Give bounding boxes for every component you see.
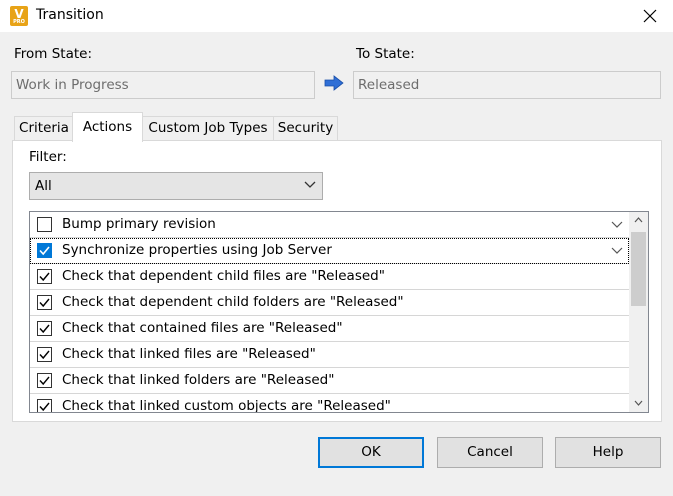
action-label: Check that dependent child files are "Re… [62, 268, 385, 284]
checkmark-icon [39, 324, 50, 334]
filter-label: Filter: [29, 149, 67, 165]
app-icon-sub: PRO [13, 19, 25, 25]
actions-tab-panel: Filter: All Bump primary revision Synchr… [12, 140, 662, 422]
chevron-down-icon [304, 181, 316, 188]
arrow-right-icon [324, 75, 344, 91]
filter-value: All [35, 178, 52, 194]
list-item[interactable]: Check that linked folders are "Released" [30, 368, 629, 394]
action-label: Check that contained files are "Released… [62, 320, 343, 336]
checkbox[interactable] [37, 321, 52, 336]
action-label: Check that dependent child folders are "… [62, 294, 404, 310]
close-icon [643, 9, 657, 23]
checkbox[interactable] [37, 269, 52, 284]
checkbox[interactable] [37, 217, 52, 232]
chevron-down-icon [634, 400, 643, 406]
from-state-label: From State: [14, 46, 93, 62]
list-item[interactable]: Check that linked custom objects are "Re… [30, 394, 629, 413]
chevron-down-icon[interactable] [611, 221, 623, 229]
list-item[interactable]: Check that linked files are "Released" [30, 342, 629, 368]
title-bar: V PRO Transition [0, 0, 673, 32]
vertical-scrollbar[interactable] [629, 212, 648, 412]
action-label: Check that linked files are "Released" [62, 346, 316, 362]
list-item[interactable]: Check that contained files are "Released… [30, 316, 629, 342]
checkmark-icon [39, 246, 50, 256]
action-label: Check that linked custom objects are "Re… [62, 398, 391, 413]
tab-custom-job-types[interactable]: Custom Job Types [142, 116, 274, 140]
action-label: Bump primary revision [62, 216, 216, 232]
checkbox[interactable] [37, 399, 52, 412]
checkbox[interactable] [37, 243, 52, 258]
list-item[interactable]: Bump primary revision [30, 212, 629, 238]
list-item[interactable]: Check that dependent child files are "Re… [30, 264, 629, 290]
ok-button[interactable]: OK [318, 437, 424, 468]
window-title: Transition [36, 7, 104, 23]
chevron-down-icon[interactable] [611, 247, 623, 255]
close-button[interactable] [627, 0, 673, 32]
list-item[interactable]: Synchronize properties using Job Server [30, 238, 629, 264]
from-state-field: Work in Progress [11, 71, 315, 99]
checkmark-icon [39, 402, 50, 412]
filter-dropdown[interactable]: All [29, 172, 323, 200]
scroll-down-button[interactable] [629, 395, 648, 412]
checkbox[interactable] [37, 347, 52, 362]
cancel-button[interactable]: Cancel [437, 437, 543, 468]
checkmark-icon [39, 376, 50, 386]
vault-app-icon: V PRO [10, 6, 28, 26]
chevron-up-icon [634, 217, 643, 223]
tab-security[interactable]: Security [273, 116, 338, 140]
tab-actions[interactable]: Actions [72, 112, 143, 142]
action-label: Synchronize properties using Job Server [62, 242, 332, 258]
checkmark-icon [39, 272, 50, 282]
checkbox[interactable] [37, 373, 52, 388]
scroll-up-button[interactable] [629, 212, 648, 229]
to-state-field: Released [353, 71, 661, 99]
actions-list: Bump primary revision Synchronize proper… [29, 211, 649, 413]
tab-criteria[interactable]: Criteria [14, 116, 74, 140]
action-label: Check that linked folders are "Released" [62, 372, 335, 388]
to-state-label: To State: [356, 46, 415, 62]
help-button[interactable]: Help [555, 437, 661, 468]
checkbox[interactable] [37, 295, 52, 310]
scrollbar-thumb[interactable] [631, 232, 646, 306]
checkmark-icon [39, 350, 50, 360]
checkmark-icon [39, 298, 50, 308]
list-item[interactable]: Check that dependent child folders are "… [30, 290, 629, 316]
